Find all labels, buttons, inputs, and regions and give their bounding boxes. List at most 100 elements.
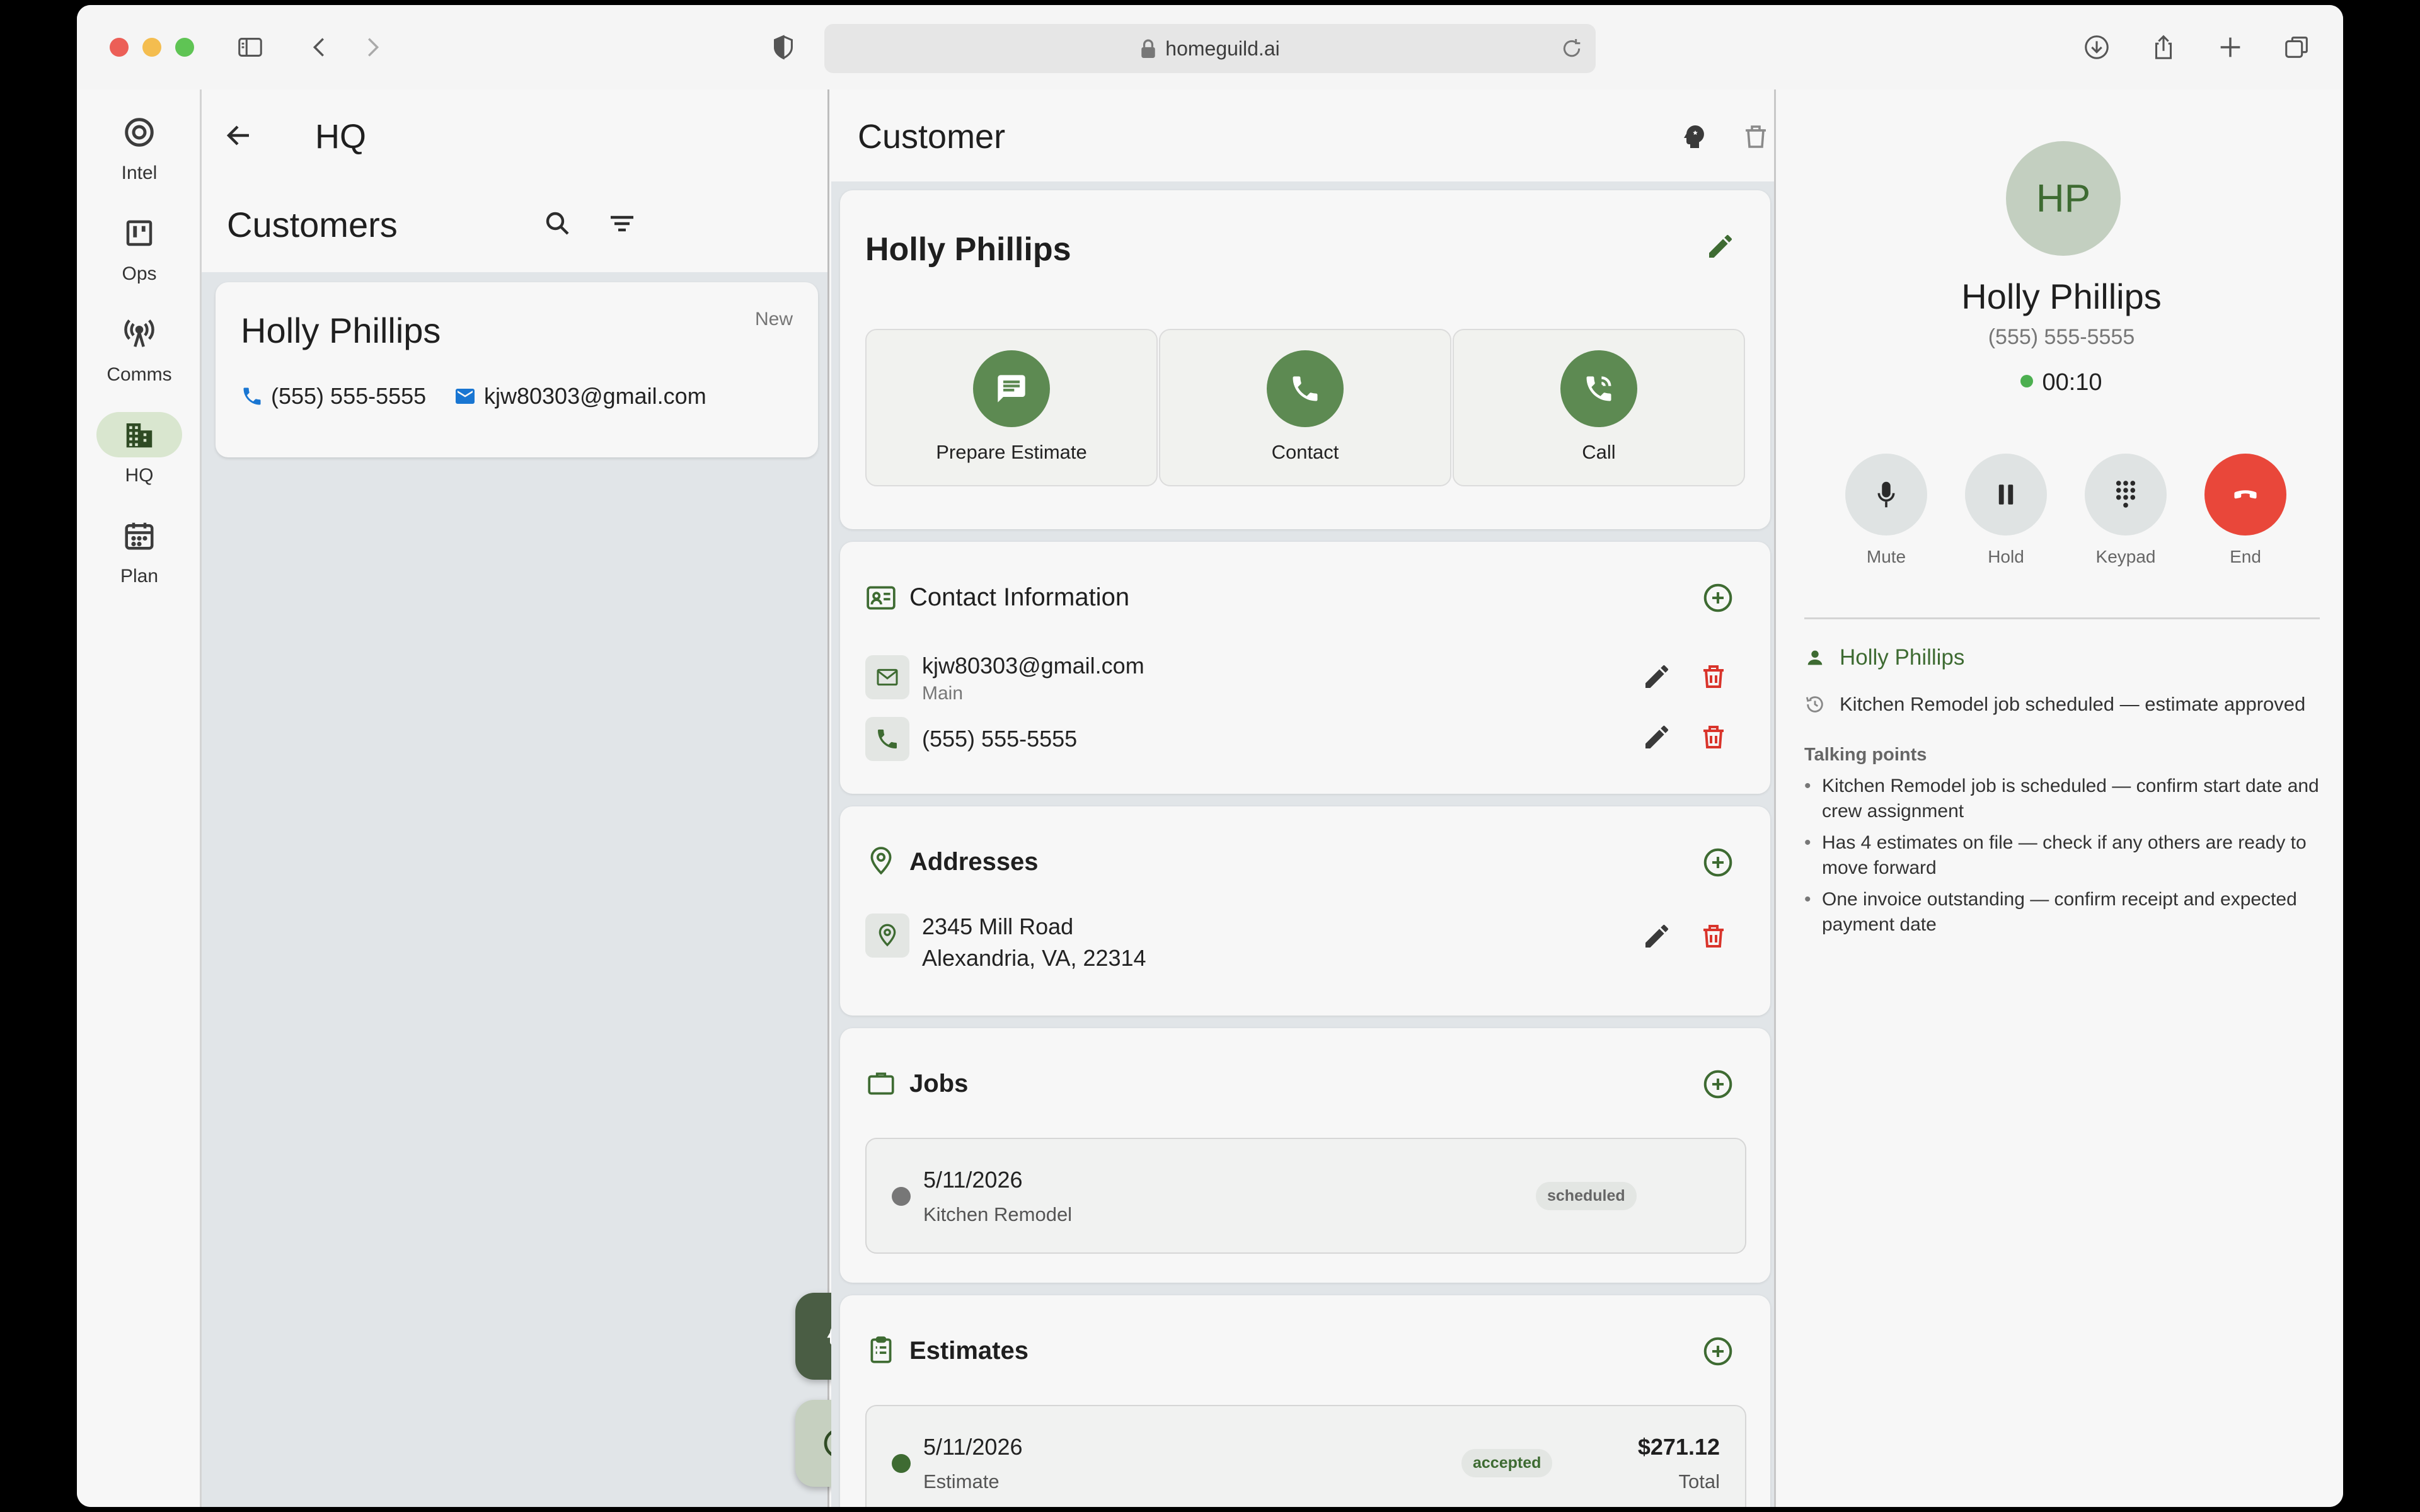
customer-email-text: kjw80303@gmail.com	[484, 383, 706, 409]
phone-icon	[865, 717, 909, 761]
card-title: Contact Information	[909, 583, 1130, 611]
contact-card-icon	[865, 582, 897, 614]
broadcast-tower-icon	[96, 311, 182, 357]
customer-list-pane: HQ Customers Holly Phillips New (555) 55…	[202, 89, 882, 1507]
search-icon[interactable]	[536, 202, 580, 246]
control-label: Keypad	[2095, 547, 2156, 566]
rail-item-comms[interactable]: Comms	[77, 311, 202, 406]
maximize-window-button[interactable]	[175, 38, 194, 57]
delete-icon[interactable]	[1698, 722, 1732, 756]
history-text: Kitchen Remodel job scheduled — estimate…	[1840, 693, 2306, 715]
delete-icon[interactable]	[1734, 115, 1774, 159]
ai-brain-icon[interactable]	[1672, 115, 1716, 159]
keypad-button[interactable]: Keypad	[2075, 454, 2176, 567]
add-estimate-icon[interactable]	[1701, 1334, 1739, 1372]
estimate-status-dot	[892, 1454, 911, 1473]
building-icon	[96, 412, 182, 457]
end-call-button[interactable]: End	[2195, 454, 2296, 567]
status-badge: New	[754, 309, 793, 329]
downloads-icon[interactable]	[2078, 29, 2115, 66]
add-job-icon[interactable]	[1701, 1067, 1739, 1105]
share-icon[interactable]	[2145, 29, 2182, 66]
customer-name: Holly Phillips	[865, 231, 1071, 268]
caller-name: Holly Phillips	[1961, 277, 2162, 316]
edit-icon[interactable]	[1642, 662, 1676, 696]
browser-window: homeguild.ai Intel Ops Comms HQ Plan HQ …	[77, 5, 2343, 1507]
caller-number: (555) 555-5555	[1988, 325, 2135, 349]
addresses-card: Addresses 2345 Mill Road Alexandria, VA,…	[840, 806, 1770, 1016]
hold-button[interactable]: Hold	[1956, 454, 2056, 567]
prepare-estimate-button[interactable]: Prepare Estimate	[865, 329, 1158, 486]
rail-label: Plan	[120, 566, 159, 587]
privacy-shield-icon[interactable]	[765, 29, 802, 66]
estimate-amount: $271.12	[1637, 1434, 1720, 1460]
rail-item-hq[interactable]: HQ	[77, 412, 202, 507]
phone-call-icon	[1560, 350, 1637, 427]
estimate-date: 5/11/2026	[923, 1434, 1023, 1460]
customer-name: Holly Phillips	[241, 311, 441, 350]
customer-phone: (555) 555-5555	[241, 383, 426, 410]
rail-label: HQ	[125, 465, 154, 486]
edit-icon[interactable]	[1698, 224, 1743, 268]
action-label: Call	[1582, 441, 1616, 463]
browser-toolbar: homeguild.ai	[77, 5, 2343, 89]
customer-link-row[interactable]: Holly Phillips	[1804, 645, 1964, 670]
rail-label: Intel	[121, 163, 158, 183]
list-header: HQ Customers	[202, 89, 827, 272]
estimate-name: Estimate	[923, 1470, 1000, 1492]
customer-phone-text: (555) 555-5555	[271, 383, 427, 409]
chat-bubble-icon	[973, 350, 1050, 427]
job-status-badge: scheduled	[1536, 1182, 1637, 1210]
new-tab-icon[interactable]	[2212, 29, 2249, 66]
mail-icon	[865, 655, 909, 699]
job-item[interactable]: 5/11/2026 Kitchen Remodel scheduled	[865, 1138, 1746, 1254]
address-bar[interactable]: homeguild.ai	[824, 24, 1596, 73]
add-contact-icon[interactable]	[1701, 581, 1739, 619]
minimize-window-button[interactable]	[142, 38, 161, 57]
contact-phone: (555) 555-5555	[922, 726, 1078, 752]
close-window-button[interactable]	[110, 38, 129, 57]
contact-email-tag: Main	[922, 683, 964, 704]
talking-point: Kitchen Remodel job is scheduled — confi…	[1804, 774, 2327, 824]
customer-detail-pane: Customer Holly Phillips Prepare Estimate	[831, 89, 1776, 1507]
location-pin-icon	[865, 845, 897, 877]
tab-overview-icon[interactable]	[2279, 29, 2315, 66]
call-button[interactable]: Call	[1453, 329, 1745, 486]
talking-point: Has 4 estimates on file — check if any o…	[1804, 830, 2327, 881]
estimate-status-badge: accepted	[1461, 1449, 1553, 1477]
rail-item-plan[interactable]: Plan	[77, 513, 202, 607]
mute-button[interactable]: Mute	[1836, 454, 1937, 567]
back-icon[interactable]	[301, 29, 338, 66]
url-text: homeguild.ai	[1165, 37, 1280, 60]
forward-icon[interactable]	[354, 29, 391, 66]
customer-link[interactable]: Holly Phillips	[1840, 645, 1964, 670]
delete-icon[interactable]	[1698, 662, 1732, 696]
control-label: Mute	[1866, 547, 1906, 566]
sidebar-toggle-icon[interactable]	[232, 29, 268, 66]
action-label: Contact	[1271, 441, 1339, 463]
edit-icon[interactable]	[1642, 722, 1676, 756]
reload-icon[interactable]	[1559, 36, 1584, 61]
person-icon	[1807, 650, 1823, 665]
phone-icon	[1267, 350, 1344, 427]
action-label: Prepare Estimate	[936, 441, 1087, 463]
rail-item-intel[interactable]: Intel	[77, 110, 202, 204]
delete-icon[interactable]	[1698, 921, 1732, 955]
sort-icon[interactable]	[600, 202, 644, 246]
call-active-dot	[2020, 375, 2034, 387]
customer-card[interactable]: Holly Phillips New (555) 555-5555 kjw803…	[216, 282, 818, 457]
page-title: HQ	[315, 118, 366, 156]
back-arrow-icon[interactable]	[217, 113, 261, 158]
call-timer-text: 00:10	[2042, 369, 2102, 396]
contact-button[interactable]: Contact	[1159, 329, 1451, 486]
section-title: Customers	[227, 205, 398, 244]
rail-item-ops[interactable]: Ops	[77, 210, 202, 305]
avatar: HP	[2006, 141, 2121, 256]
control-label: End	[2230, 547, 2261, 566]
mail-icon	[456, 389, 475, 404]
history-row: Kitchen Remodel job scheduled — estimate…	[1804, 693, 2305, 716]
microphone-icon	[1845, 454, 1927, 536]
add-address-icon[interactable]	[1701, 845, 1739, 883]
estimate-item[interactable]: 5/11/2026 Estimate accepted $271.12 Tota…	[865, 1405, 1746, 1507]
edit-icon[interactable]	[1642, 921, 1676, 955]
